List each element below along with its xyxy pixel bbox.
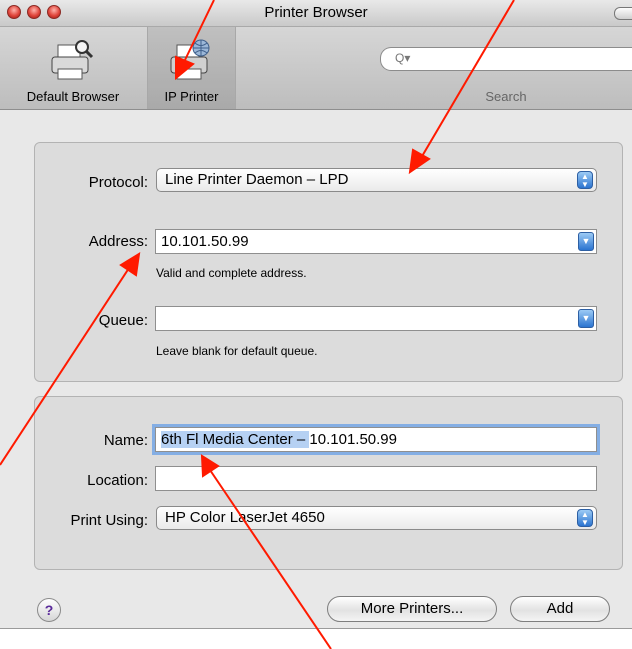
annotation-arrow (209, 469, 332, 649)
annotation-arrowhead (119, 252, 141, 277)
annotation-arrow (420, 0, 515, 159)
annotation-arrowhead (408, 148, 431, 175)
annotation-arrowhead (200, 454, 220, 478)
annotation-arrow (0, 267, 130, 466)
annotation-arrows (0, 0, 515, 649)
annotation-arrow (183, 0, 215, 63)
annotation-arrowhead (175, 55, 195, 81)
